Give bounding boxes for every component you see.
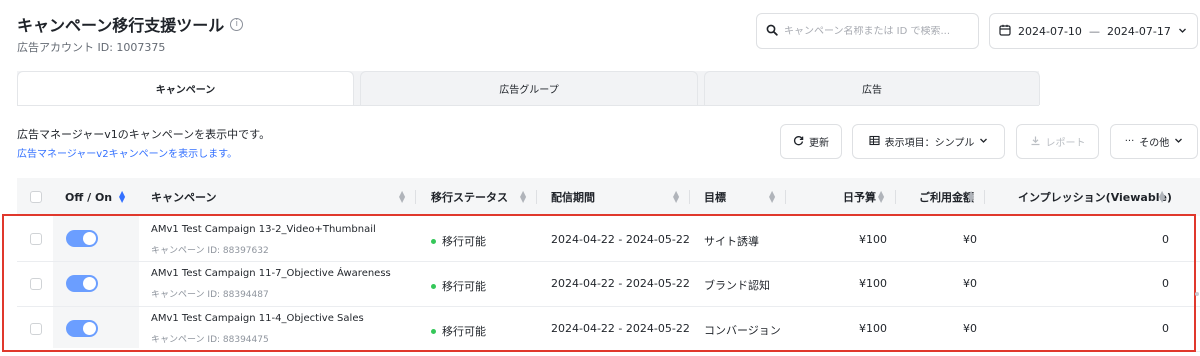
chevron-down-icon: [1178, 25, 1187, 38]
view-notice: 広告マネージャーv1のキャンペーンを表示中です。: [17, 128, 271, 141]
chevron-down-icon: [1174, 136, 1183, 148]
sort-icon[interactable]: ▲ ▼: [769, 190, 775, 204]
sort-icon[interactable]: ▲ ▼: [399, 190, 405, 204]
tab-divider: [17, 105, 1039, 106]
column-divider: [785, 190, 786, 204]
sort-icon[interactable]: ▲ ▼: [1159, 190, 1165, 204]
header-impressions[interactable]: インプレッション(Viewable): [1018, 178, 1172, 216]
sort-icon[interactable]: ▲ ▼: [119, 190, 125, 204]
tab-ad[interactable]: 広告: [704, 71, 1040, 105]
switch-v2-link[interactable]: 広告マネージャーv2キャンペーンを表示します。: [17, 145, 237, 160]
download-icon: [1030, 135, 1041, 149]
refresh-icon: [793, 135, 804, 149]
sort-icon[interactable]: ▲ ▼: [968, 190, 974, 204]
sort-icon[interactable]: ▲ ▼: [878, 190, 884, 204]
column-divider: [984, 190, 985, 204]
column-divider: [415, 190, 416, 204]
calendar-icon: [999, 24, 1011, 39]
scrollbar-thumb[interactable]: [1195, 292, 1199, 296]
header-campaign[interactable]: キャンペーン: [151, 178, 216, 216]
header-spend[interactable]: ご利用金額: [919, 178, 974, 216]
date-range-separator: —: [1088, 24, 1100, 38]
column-divider: [689, 190, 690, 204]
date-range-end: 2024-07-17: [1106, 24, 1171, 38]
report-label: レポート: [1045, 138, 1086, 149]
table-icon: [869, 135, 880, 149]
columns-select[interactable]: 表示項目：シンプル: [852, 124, 1005, 159]
ad-account-id: 広告アカウント ID: 1007375: [17, 41, 166, 54]
header-status[interactable]: 移行ステータス: [431, 178, 508, 216]
header-budget[interactable]: 日予算: [843, 178, 876, 216]
sort-icon[interactable]: ▲ ▼: [520, 190, 526, 204]
date-range-picker[interactable]: 2024-07-10 — 2024-07-17: [989, 13, 1198, 49]
columns-select-label: 表示項目：シンプル: [884, 138, 975, 149]
column-divider: [895, 190, 896, 204]
search-box[interactable]: [756, 13, 979, 49]
report-button[interactable]: レポート: [1016, 124, 1099, 159]
search-icon: [766, 24, 778, 39]
search-input[interactable]: [784, 25, 964, 37]
date-range-start: 2024-07-10: [1018, 24, 1082, 38]
header-goal[interactable]: 目標: [704, 178, 726, 216]
highlight-frame: [2, 214, 1196, 352]
refresh-label: 更新: [809, 138, 829, 149]
column-divider: [536, 190, 537, 204]
chevron-down-icon: [979, 136, 988, 148]
sort-icon[interactable]: ▲ ▼: [673, 190, 679, 204]
header-onoff[interactable]: Off / On: [65, 178, 112, 216]
page-title: キャンペーン移行支援ツール i: [17, 12, 244, 36]
header-period[interactable]: 配信期間: [551, 178, 595, 216]
tab-campaign[interactable]: キャンペーン: [17, 71, 354, 105]
info-icon[interactable]: i: [230, 17, 244, 31]
tab-ad-group[interactable]: 広告グループ: [360, 71, 698, 105]
more-label: その他: [1139, 138, 1170, 149]
more-icon: ···: [1124, 136, 1135, 147]
more-button[interactable]: ··· その他: [1110, 124, 1198, 159]
page-title-text: キャンペーン移行支援ツール: [17, 16, 225, 35]
select-all-checkbox[interactable]: [30, 191, 42, 203]
refresh-button[interactable]: 更新: [780, 124, 842, 159]
